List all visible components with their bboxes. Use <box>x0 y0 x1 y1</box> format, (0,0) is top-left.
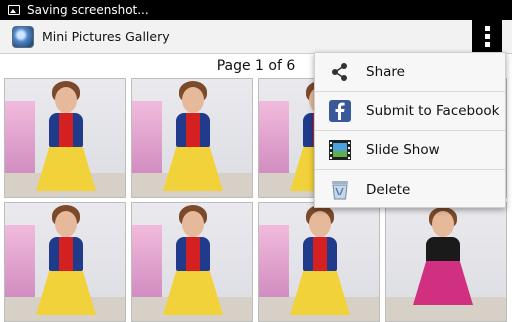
action-bar: Mini Pictures Gallery <box>0 20 512 54</box>
menu-dot-icon <box>484 26 490 31</box>
facebook-icon <box>329 100 351 122</box>
thumbnail[interactable] <box>385 202 507 322</box>
status-bar: Saving screenshot... <box>0 0 512 20</box>
film-icon <box>329 140 351 160</box>
overflow-menu: Share Submit to Facebook Slide Show Dele… <box>314 52 506 208</box>
face <box>55 87 77 113</box>
dress-top <box>303 237 337 271</box>
thumbnail[interactable] <box>4 78 126 198</box>
dress-skirt <box>163 271 223 315</box>
face <box>309 211 331 237</box>
app-title: Mini Pictures Gallery <box>42 29 170 44</box>
dress-skirt <box>290 271 350 315</box>
share-icon <box>332 63 347 81</box>
menu-item-label: Submit to Facebook <box>366 103 500 119</box>
menu-item-share[interactable]: Share <box>315 53 505 92</box>
thumbnail[interactable] <box>131 78 253 198</box>
menu-dot-icon <box>484 42 490 47</box>
thumbnail[interactable] <box>4 202 126 322</box>
face <box>55 211 77 237</box>
dress-skirt <box>413 261 473 305</box>
dress-top <box>49 113 83 147</box>
trash-icon <box>332 181 348 200</box>
menu-dot-icon <box>484 34 490 39</box>
dress-skirt <box>36 147 96 191</box>
menu-item-delete[interactable]: Delete <box>315 170 505 209</box>
menu-item-label: Share <box>366 64 405 80</box>
face <box>182 87 204 113</box>
dress-top <box>49 237 83 271</box>
menu-item-slide-show[interactable]: Slide Show <box>315 131 505 170</box>
dress-skirt <box>36 271 96 315</box>
menu-item-label: Delete <box>366 181 411 198</box>
dress-skirt <box>163 147 223 191</box>
overflow-menu-button[interactable] <box>472 20 502 53</box>
thumbnail[interactable] <box>131 202 253 322</box>
screenshot-icon <box>8 5 20 15</box>
app-icon <box>12 25 34 48</box>
dress-top <box>176 237 210 271</box>
menu-item-submit-to-facebook[interactable]: Submit to Facebook <box>315 92 505 131</box>
status-text: Saving screenshot... <box>27 3 149 17</box>
menu-item-label: Slide Show <box>366 142 440 158</box>
face <box>182 211 204 237</box>
face <box>432 211 454 237</box>
dress-top <box>176 113 210 147</box>
thumbnail[interactable] <box>258 202 380 322</box>
